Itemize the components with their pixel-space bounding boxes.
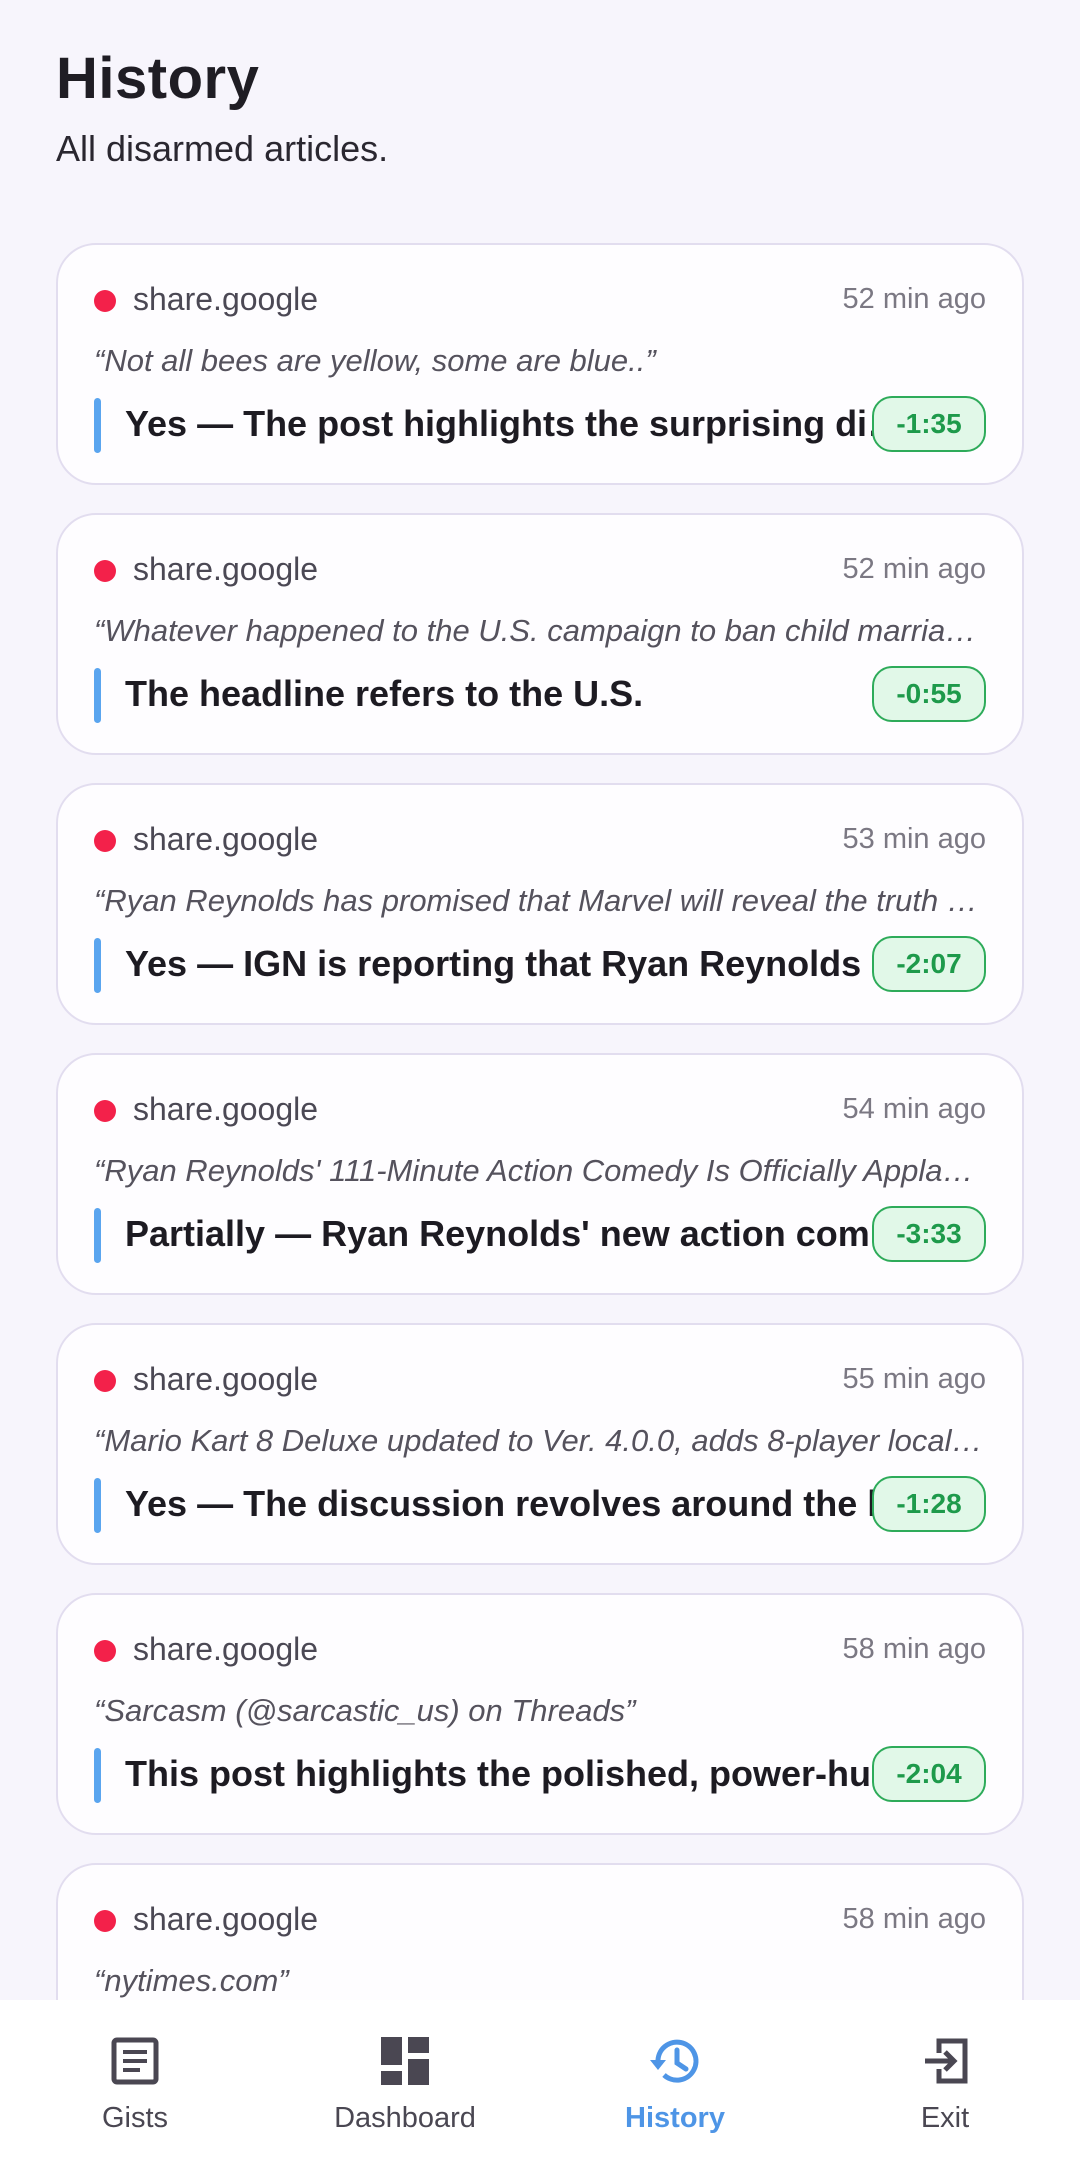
quote-bar-icon: [94, 668, 101, 723]
card-answer: Yes — IGN is reporting that Ryan Reynold…: [125, 943, 915, 984]
time-saved-badge: -1:35: [872, 396, 986, 452]
history-card[interactable]: share.google 55 min ago “Mario Kart 8 De…: [56, 1323, 1024, 1565]
time-saved-badge: -3:33: [872, 1206, 986, 1262]
status-dot-icon: [94, 1640, 116, 1662]
card-source: share.google: [133, 1631, 319, 1667]
card-time: 53 min ago: [842, 823, 987, 855]
nav-item-gists[interactable]: Gists: [0, 2000, 270, 2170]
card-answer: Yes — The discussion revolves around the…: [125, 1483, 915, 1524]
card-time: 58 min ago: [842, 1903, 987, 1935]
card-source: share.google: [133, 1901, 319, 1937]
history-card[interactable]: share.google 58 min ago “Sarcasm (@sarca…: [56, 1593, 1024, 1835]
bottom-navigation: Gists Dashboard History Exit: [0, 2000, 1080, 2170]
status-dot-icon: [94, 1910, 116, 1932]
history-card[interactable]: share.google 52 min ago “Whatever happen…: [56, 513, 1024, 755]
status-dot-icon: [94, 830, 116, 852]
history-icon: [648, 2034, 702, 2088]
nav-label-history: History: [625, 2102, 725, 2134]
status-dot-icon: [94, 290, 116, 312]
time-saved-badge: -1:28: [872, 1476, 986, 1532]
card-source: share.google: [133, 551, 319, 587]
card-source: share.google: [133, 281, 319, 317]
card-quote: “Not all bees are yellow, some are blue.…: [94, 343, 656, 378]
status-dot-icon: [94, 1100, 116, 1122]
history-card[interactable]: share.google 53 min ago “Ryan Reynolds h…: [56, 783, 1024, 1025]
card-time: 52 min ago: [842, 283, 987, 315]
time-saved-badge: -2:04: [872, 1746, 986, 1802]
history-card[interactable]: share.google 54 min ago “Ryan Reynolds' …: [56, 1053, 1024, 1295]
history-screen: History All disarmed articles. share.goo…: [0, 0, 1080, 2170]
time-saved-badge: -0:55: [872, 666, 986, 722]
card-source: share.google: [133, 1361, 319, 1397]
page-title: History: [56, 46, 260, 111]
card-quote: “Sarcasm (@sarcastic_us) on Threads”: [94, 1693, 636, 1728]
page-header: History All disarmed articles.: [56, 44, 388, 170]
history-card[interactable]: share.google 52 min ago “Not all bees ar…: [56, 243, 1024, 485]
nav-label-exit: Exit: [920, 2102, 970, 2134]
nav-label-dashboard: Dashboard: [334, 2102, 476, 2134]
card-time: 55 min ago: [842, 1363, 987, 1395]
card-source: share.google: [133, 821, 319, 857]
article-icon: [108, 2034, 162, 2088]
card-quote: “Ryan Reynolds' 111-Minute Action Comedy…: [94, 1153, 986, 1188]
card-source: share.google: [133, 1091, 319, 1127]
nav-item-exit[interactable]: Exit: [810, 2000, 1080, 2170]
nav-label-gists: Gists: [101, 2102, 169, 2134]
card-answer: Yes — The post highlights the surprising…: [125, 403, 915, 444]
status-dot-icon: [94, 1370, 116, 1392]
card-answer: The headline refers to the U.S.: [125, 673, 644, 714]
exit-icon: [918, 2034, 972, 2088]
card-time: 52 min ago: [842, 553, 987, 585]
quote-bar-icon: [94, 1208, 101, 1263]
time-saved-badge: -2:07: [872, 936, 986, 992]
card-quote: “Whatever happened to the U.S. campaign …: [94, 613, 986, 648]
page-subtitle: All disarmed articles.: [56, 128, 389, 169]
history-list[interactable]: share.google 52 min ago “Not all bees ar…: [56, 243, 1024, 2000]
quote-bar-icon: [94, 398, 101, 453]
history-card[interactable]: share.google 58 min ago “nytimes.com”: [56, 1863, 1024, 2000]
card-quote: “Mario Kart 8 Deluxe updated to Ver. 4.0…: [94, 1423, 986, 1458]
status-dot-icon: [94, 560, 116, 582]
nav-item-dashboard[interactable]: Dashboard: [270, 2000, 540, 2170]
card-time: 58 min ago: [842, 1633, 987, 1665]
card-answer: Partially — Ryan Reynolds' new action co…: [125, 1213, 915, 1254]
nav-item-history[interactable]: History: [540, 2000, 810, 2170]
quote-bar-icon: [94, 938, 101, 993]
dashboard-icon: [378, 2034, 432, 2088]
card-time: 54 min ago: [842, 1093, 987, 1125]
quote-bar-icon: [94, 1748, 101, 1803]
card-quote: “Ryan Reynolds has promised that Marvel …: [94, 883, 986, 918]
card-answer: This post highlights the polished, power…: [125, 1753, 915, 1794]
quote-bar-icon: [94, 1478, 101, 1533]
card-quote: “nytimes.com”: [94, 1963, 289, 1998]
